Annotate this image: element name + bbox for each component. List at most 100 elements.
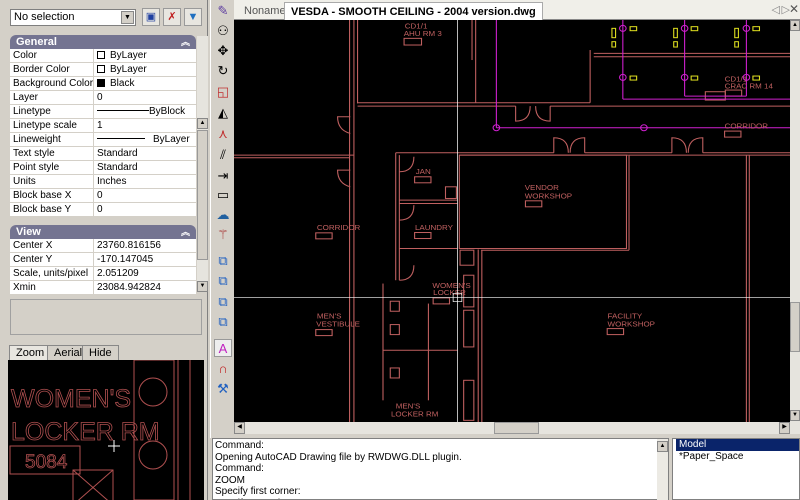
text-color-icon[interactable]: A <box>214 339 232 357</box>
property-key: Center X <box>13 240 53 251</box>
scale-icon[interactable]: ◱ <box>214 83 232 101</box>
property-value[interactable]: Standard <box>93 161 196 174</box>
property-row[interactable]: Units Inches <box>10 175 196 189</box>
property-value[interactable]: Black <box>93 77 196 90</box>
collapse-icon[interactable]: ︽ <box>181 35 190 49</box>
collapse-icon[interactable]: ︽ <box>181 225 190 239</box>
close-icon[interactable]: ✕ <box>789 2 799 16</box>
property-key: Border Color <box>13 64 70 75</box>
property-value[interactable]: 0 <box>93 189 196 202</box>
property-value[interactable]: -170.147045 <box>93 253 196 266</box>
property-value[interactable]: 0 <box>93 91 196 104</box>
scroll-right-icon[interactable]: ▶ <box>779 422 790 434</box>
property-row[interactable]: Linetype scale 1 <box>10 119 196 133</box>
cloud-icon[interactable]: ☁ <box>214 206 232 224</box>
send-back-icon[interactable]: ⧉ <box>214 272 232 290</box>
property-value[interactable]: ByBlock <box>93 105 196 118</box>
property-row[interactable]: Center X 23760.816156 <box>10 239 196 253</box>
send-under-icon[interactable]: ⧉ <box>214 313 232 331</box>
command-history[interactable]: Command: Opening AutoCAD Drawing file by … <box>212 438 669 500</box>
property-row[interactable]: Block base Y 0 <box>10 203 196 217</box>
property-row[interactable]: Lineweight ByLayer <box>10 133 196 147</box>
property-value[interactable]: ByLayer <box>93 133 196 146</box>
tool-icon[interactable]: ⚒ <box>214 380 232 398</box>
property-value[interactable]: 23084.942824 <box>93 281 196 294</box>
line-sample <box>97 110 149 111</box>
color-swatch <box>97 65 105 73</box>
preview-label: LOCKER RM <box>11 418 160 446</box>
layout-item[interactable]: *Paper_Space <box>676 451 799 463</box>
rotate-icon[interactable]: ↻ <box>214 62 232 80</box>
explode-icon[interactable]: ⋏ <box>214 125 232 143</box>
property-row[interactable]: Xmin 23084.942824 <box>10 281 196 295</box>
property-row[interactable]: Text style Standard <box>10 147 196 161</box>
select-objects-button[interactable]: ▣ <box>142 8 160 26</box>
zoom-preview[interactable]: WOMEN'S LOCKER RM 5084 <box>8 360 204 500</box>
chevron-down-icon[interactable]: ▼ <box>121 11 134 24</box>
property-value[interactable]: ByLayer <box>93 49 196 62</box>
tab-zoom[interactable]: Zoom <box>9 345 52 361</box>
property-value[interactable]: 2.051209 <box>93 267 196 280</box>
bring-above-icon[interactable]: ⧉ <box>214 293 232 311</box>
scroll-up-icon[interactable]: ▲ <box>790 20 800 31</box>
general-group-header[interactable]: General ︽ <box>10 35 196 49</box>
canvas-vertical-scrollbar[interactable]: ▲ ▼ <box>790 20 800 422</box>
canvas-horizontal-scrollbar[interactable]: ◀ ▶ <box>234 422 800 434</box>
drawing-label: JAN <box>416 167 431 176</box>
property-value[interactable]: ByLayer <box>93 63 196 76</box>
trim-icon[interactable]: ⫽ <box>214 146 232 164</box>
property-value-text: 2.051209 <box>97 268 139 279</box>
tab-prev-icon[interactable]: ◁ <box>772 3 780 16</box>
property-row[interactable]: Scale, units/pixel 2.051209 <box>10 267 196 281</box>
scroll-thumb[interactable] <box>790 302 800 352</box>
drawing-label: CORRIDOR <box>317 223 361 232</box>
property-key: Xmin <box>13 282 36 293</box>
tab-vesda-drawing[interactable]: VESDA - SMOOTH CEILING - 2004 version.dw… <box>284 2 543 20</box>
pick-button[interactable]: ✗ <box>163 8 181 26</box>
move-icon[interactable]: ✥ <box>214 42 232 60</box>
copy-icon[interactable]: ⚇ <box>214 22 232 40</box>
command-line: Command: <box>215 463 264 474</box>
property-row[interactable]: Layer 0 <box>10 91 196 105</box>
property-value[interactable]: Inches <box>93 175 196 188</box>
scroll-left-icon[interactable]: ◀ <box>234 422 245 434</box>
property-row[interactable]: Color ByLayer <box>10 49 196 63</box>
scroll-thumb[interactable] <box>494 422 539 434</box>
property-row[interactable]: Linetype ByBlock <box>10 105 196 119</box>
mirror-icon[interactable]: ◭ <box>214 104 232 122</box>
property-key: Block base Y <box>13 204 72 215</box>
layout-item[interactable]: Model <box>676 439 799 451</box>
selection-dropdown[interactable]: No selection ▼ <box>10 9 136 26</box>
property-value[interactable]: 23760.816156 <box>93 239 196 252</box>
property-row[interactable]: Center Y -170.147045 <box>10 253 196 267</box>
wand-icon[interactable]: ⚚ <box>214 226 232 244</box>
bring-front-icon[interactable]: ⧉ <box>214 252 232 270</box>
rectangle-icon[interactable]: ▭ <box>214 186 232 204</box>
extend-icon[interactable]: ⇥ <box>214 167 232 185</box>
scroll-up-icon[interactable]: ▲ <box>197 118 208 129</box>
room-number: 5084 <box>25 452 68 473</box>
properties-scrollbar[interactable]: ▲ ▼ <box>197 36 208 292</box>
erase-icon[interactable]: ✎ <box>214 2 232 20</box>
scroll-down-icon[interactable]: ▼ <box>197 281 208 292</box>
property-row[interactable]: Background Color Black <box>10 77 196 91</box>
filter-icon[interactable]: ▼ <box>184 8 202 26</box>
tab-hide[interactable]: Hide <box>82 345 119 361</box>
property-row[interactable]: Point style Standard <box>10 161 196 175</box>
property-row[interactable]: Block base X 0 <box>10 189 196 203</box>
magnet-icon[interactable]: ∩ <box>214 360 232 378</box>
property-value[interactable]: Standard <box>93 147 196 160</box>
property-value-text: 0 <box>97 204 103 215</box>
command-scrollbar[interactable]: ▲ <box>657 439 668 500</box>
scroll-up-icon[interactable]: ▲ <box>657 441 668 452</box>
view-group-header[interactable]: View ︽ <box>10 225 196 239</box>
property-value[interactable]: 1 <box>93 119 196 132</box>
property-row[interactable]: Border Color ByLayer <box>10 63 196 77</box>
scroll-down-icon[interactable]: ▼ <box>790 410 800 421</box>
property-value-text: ByLayer <box>110 50 147 61</box>
property-value[interactable]: 0 <box>93 203 196 216</box>
property-key: Scale, units/pixel <box>13 268 89 279</box>
drawing-canvas[interactable]: CD1/1 AHU RM 3 CD1/1 CRAC RM 14 CORRIDOR… <box>234 20 790 422</box>
color-swatch <box>97 79 105 87</box>
scroll-thumb[interactable] <box>197 130 208 260</box>
